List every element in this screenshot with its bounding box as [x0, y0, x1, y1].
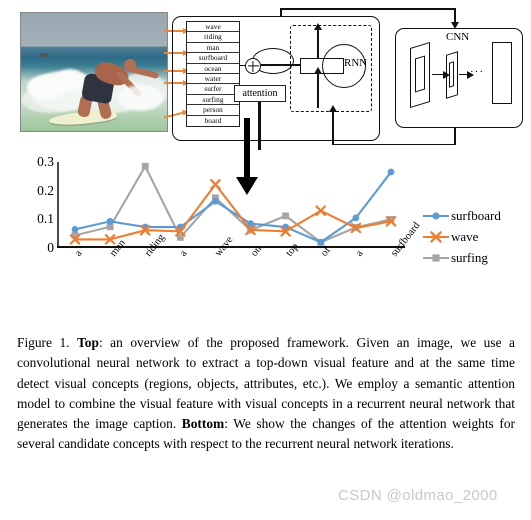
sum-node — [245, 58, 261, 74]
concept-item-9: board — [204, 116, 222, 125]
cnn-to-rnn-arrow — [332, 112, 334, 144]
legend-marker-icon — [423, 209, 449, 223]
cnn-label: CNN — [446, 31, 470, 43]
attention-label: attention — [242, 88, 278, 99]
concept-item-7: surfing — [187, 95, 239, 106]
data-point — [141, 162, 149, 170]
x-tick-label: a — [178, 248, 190, 259]
legend-marker-icon — [423, 230, 449, 244]
y-tick-label: 0.2 — [37, 182, 54, 198]
visual-concept-list: wave riding man surfboard ocean water su… — [186, 21, 240, 127]
cnn-feature-map-1-inner — [415, 55, 425, 93]
surfer-head — [124, 59, 136, 71]
series-surfing — [71, 162, 395, 246]
input-photo — [20, 12, 168, 132]
cnn-bottom-riser — [454, 128, 456, 145]
csdn-watermark: CSDN @oldmao_2000 — [338, 487, 498, 504]
distant-boat — [39, 53, 49, 57]
concept-item-3: surfboard — [187, 53, 239, 64]
data-point — [315, 205, 327, 217]
concept-item-6: surfer — [187, 84, 239, 95]
concept-item-2: man — [187, 43, 239, 54]
rnn-label: RNN — [344, 57, 368, 69]
cnn-layer-arrow-2 — [459, 74, 467, 76]
legend-item-wave[interactable]: wave — [423, 226, 501, 247]
concept-item-8: person — [187, 105, 239, 116]
framework-diagram: wave riding man surfboard ocean water su… — [0, 0, 531, 178]
legend-marker-icon — [423, 251, 449, 265]
cnn-bottom-h-line — [332, 143, 456, 145]
y-tick-label: 0.1 — [37, 211, 54, 227]
x-tick-label: a — [73, 248, 85, 259]
data-point — [212, 197, 219, 205]
plus-to-rnn-line — [261, 64, 301, 66]
concept-item-5: water — [187, 74, 239, 85]
caption-prefix: Figure 1. — [17, 335, 78, 350]
chart-legend: surfboard wave surfing — [423, 205, 501, 268]
legend-label: wave — [451, 228, 479, 244]
attention-box: attention — [234, 85, 286, 102]
x-tick-label: a — [353, 248, 366, 259]
cnn-output-vector — [492, 42, 512, 104]
rnn-output-arrow — [317, 30, 319, 58]
legend-item-surfing[interactable]: surfing — [423, 247, 501, 268]
cnn-layer-arrow-1 — [432, 74, 443, 76]
attention-stem — [258, 102, 261, 150]
cnn-top-riser — [280, 8, 282, 17]
y-axis-labels: 0 0.1 0.2 0.3 — [12, 154, 54, 255]
legend-label: surfboard — [451, 207, 501, 223]
figure-caption: Figure 1. Top: an overview of the propos… — [17, 333, 515, 455]
concept-item-0: wave — [187, 22, 239, 33]
cnn-top-arrow — [454, 8, 456, 22]
spray-2 — [55, 69, 85, 91]
data-point — [106, 217, 114, 225]
data-point — [210, 179, 221, 190]
legend-label: surfing — [451, 249, 488, 265]
rnn-input-arrow — [317, 74, 319, 108]
series-line — [74, 165, 392, 244]
data-point — [352, 214, 360, 222]
data-point — [282, 212, 290, 220]
chart-series-svg — [69, 162, 397, 246]
y-tick-label: 0.3 — [37, 154, 54, 169]
attention-weight-chart: 0 0.1 0.2 0.3 a man riding a wave on top of a surfbo… — [0, 152, 531, 317]
caption-bold-bottom: Bottom — [181, 416, 225, 432]
y-tick-label: 0 — [47, 240, 54, 255]
data-point — [387, 168, 395, 176]
concept-item-4: ocean — [187, 64, 239, 74]
spray-3 — [119, 85, 163, 111]
data-point — [71, 225, 79, 233]
concept-item-1: riding — [187, 32, 239, 43]
legend-item-surfboard[interactable]: surfboard — [423, 205, 501, 226]
caption-bold-top: Top — [77, 335, 99, 350]
cnn-top-h-line — [280, 8, 455, 10]
cnn-ellipsis-icon: ··· — [470, 66, 484, 78]
